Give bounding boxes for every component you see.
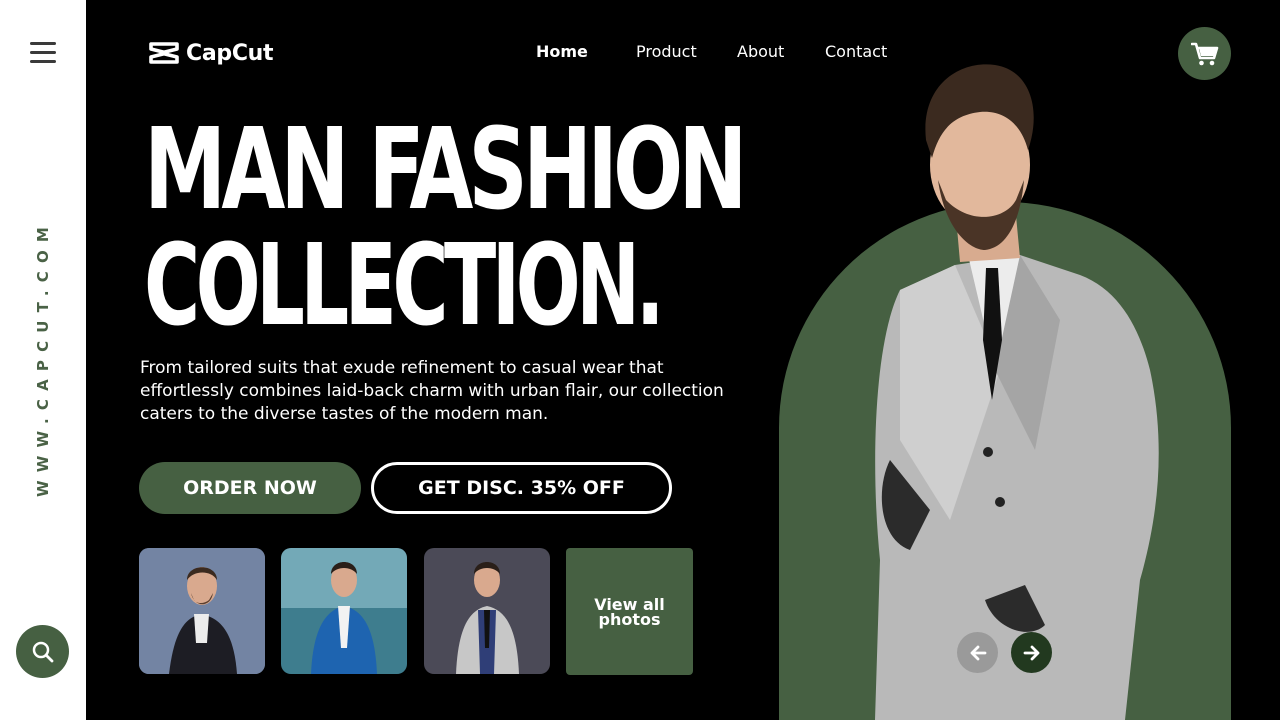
thumbnail-blue-suit[interactable]: [281, 548, 407, 674]
hero-description: From tailored suits that exude refinemen…: [140, 358, 724, 424]
hamburger-menu-icon[interactable]: [30, 42, 56, 64]
search-button[interactable]: [16, 625, 69, 678]
view-all-line-2: photos: [598, 609, 661, 629]
vertical-url-text: WWW.CAPCUT.COM: [34, 218, 52, 498]
thumbnail-leather-jacket[interactable]: [139, 548, 265, 674]
search-icon: [32, 641, 53, 662]
view-all-photos-button[interactable]: View all photos: [566, 548, 693, 675]
logo-text: CapCut: [186, 40, 274, 66]
nav-product[interactable]: Product: [636, 42, 697, 61]
capcut-logo-icon: [149, 42, 179, 64]
arrow-right-icon: [1023, 645, 1039, 660]
capcut-logo[interactable]: CapCut: [148, 36, 274, 70]
headline-line-1: MAN FASHION: [144, 105, 748, 235]
grey-coat-model-photo: [424, 548, 550, 674]
arrow-left-icon: [970, 645, 986, 660]
blue-suit-model-photo: [281, 548, 407, 674]
hero-headline: MAN FASHION COLLECTION.: [144, 112, 874, 344]
carousel-prev-button[interactable]: [957, 632, 998, 673]
shopping-cart-icon: [1190, 42, 1218, 65]
left-sidebar: WWW.CAPCUT.COM: [0, 0, 86, 720]
thumbnail-grey-coat[interactable]: [424, 548, 550, 674]
leather-jacket-model-photo: [139, 548, 265, 674]
headline-line-2: COLLECTION.: [144, 221, 665, 351]
nav-home[interactable]: Home: [536, 42, 588, 61]
carousel-next-button[interactable]: [1011, 632, 1052, 673]
discount-button[interactable]: GET DISC. 35% OFF: [371, 462, 672, 514]
cart-button[interactable]: [1178, 27, 1231, 80]
order-now-button[interactable]: ORDER NOW: [139, 462, 361, 514]
nav-about[interactable]: About: [737, 42, 784, 61]
